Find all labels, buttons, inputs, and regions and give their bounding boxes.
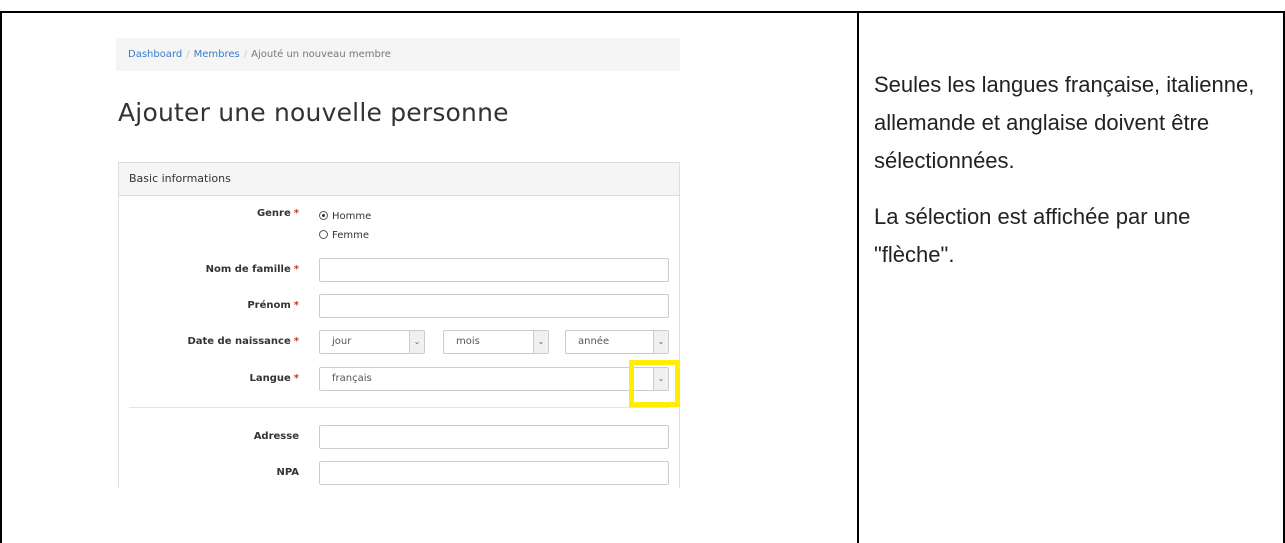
genre-label: Genre *	[256, 208, 299, 219]
breadcrumb-current: Ajouté un nouveau membre	[251, 49, 391, 60]
langue-row: Langue * français ⌄	[119, 366, 679, 392]
naissance-row: Date de naissance * jour ⌄ mois ⌄ année ⌄	[119, 329, 679, 355]
jour-select[interactable]: jour ⌄	[319, 330, 425, 354]
instruction-note: Seules les langues française, italienne,…	[874, 66, 1264, 274]
jour-value: jour	[332, 336, 352, 347]
nom-label: Nom de famille *	[205, 264, 299, 275]
langue-value: français	[332, 373, 372, 384]
chevron-down-icon[interactable]: ⌄	[533, 331, 548, 353]
npa-label: NPA	[276, 467, 299, 478]
prenom-row: Prénom *	[119, 293, 679, 319]
radio-femme[interactable]: Femme	[319, 230, 369, 241]
prenom-label: Prénom *	[247, 300, 299, 311]
naissance-label: Date de naissance *	[187, 336, 299, 347]
table-border-left	[0, 11, 2, 543]
breadcrumb-membres[interactable]: Membres	[194, 49, 240, 60]
prenom-input[interactable]	[319, 294, 669, 318]
radio-femme-label: Femme	[332, 230, 369, 241]
adresse-row: Adresse	[119, 424, 679, 450]
basic-info-panel: Basic informations Genre * Homme Femme No…	[118, 162, 680, 488]
screenshot-panel: Dashboard / Membres / Ajouté un nouveau memb…	[116, 38, 680, 488]
radio-homme[interactable]: Homme	[319, 211, 371, 222]
mois-value: mois	[456, 336, 480, 347]
chevron-down-icon[interactable]: ⌄	[409, 331, 424, 353]
breadcrumb-separator: /	[243, 49, 248, 60]
dropdown-arrow-highlight	[629, 360, 680, 407]
adresse-label: Adresse	[253, 431, 299, 442]
annee-select[interactable]: année ⌄	[565, 330, 669, 354]
nom-input[interactable]	[319, 258, 669, 282]
breadcrumb-separator: /	[186, 49, 190, 60]
langue-label: Langue *	[249, 373, 299, 384]
note-paragraph-2: La sélection est affichée par une "flèch…	[874, 204, 1191, 267]
form-divider	[129, 407, 669, 408]
note-paragraph-1: Seules les langues française, italienne,…	[874, 72, 1255, 173]
annee-value: année	[578, 336, 610, 347]
genre-row: Genre *	[119, 207, 679, 233]
radio-homme-label: Homme	[332, 211, 372, 222]
npa-input[interactable]	[319, 461, 669, 485]
chevron-down-icon[interactable]: ⌄	[653, 331, 668, 353]
nom-row: Nom de famille *	[119, 257, 679, 283]
langue-select[interactable]: français ⌄	[319, 367, 669, 391]
page-title: Ajouter une nouvelle personne	[118, 98, 509, 127]
mois-select[interactable]: mois ⌄	[443, 330, 549, 354]
npa-row: NPA	[119, 460, 679, 486]
radio-icon	[319, 230, 328, 239]
radio-icon	[319, 211, 328, 220]
breadcrumb-dashboard[interactable]: Dashboard	[128, 49, 182, 60]
table-border-top	[0, 11, 1285, 13]
table-border-middle	[857, 11, 859, 543]
adresse-input[interactable]	[319, 425, 669, 449]
panel-heading: Basic informations	[119, 163, 679, 196]
breadcrumb: Dashboard / Membres / Ajouté un nouveau memb…	[116, 38, 680, 71]
